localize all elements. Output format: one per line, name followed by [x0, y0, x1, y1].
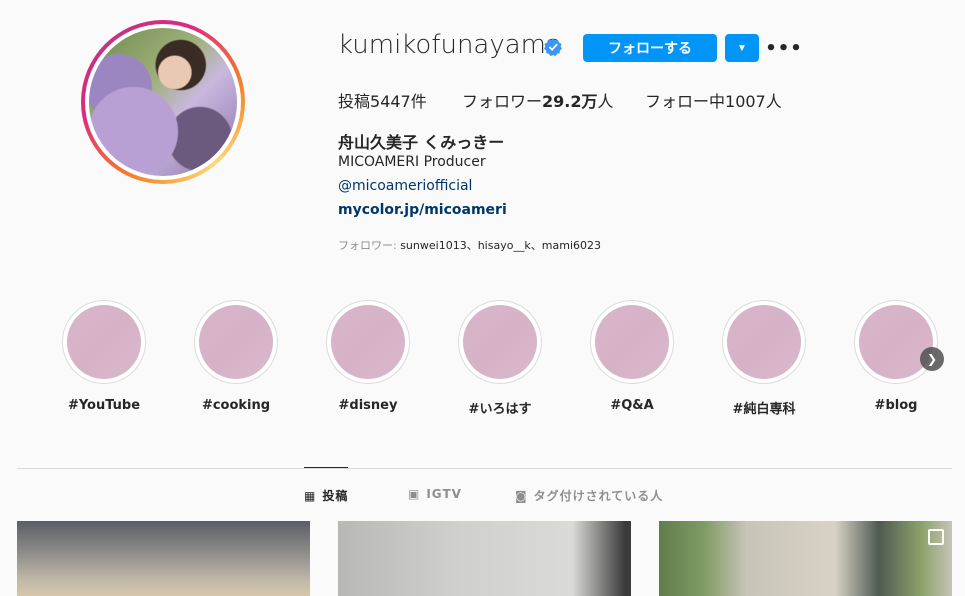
followed-by[interactable]: フォロワー: sunwei1013、hisayo__k、mami6023 — [338, 237, 601, 253]
tab-tagged[interactable]: ◙ タグ付けされている人 — [515, 487, 663, 504]
avatar[interactable] — [89, 28, 237, 176]
highlight-item[interactable]: #いろはす — [457, 300, 543, 417]
tabs-divider — [17, 468, 952, 469]
active-tab-indicator — [304, 467, 348, 468]
avatar-border — [85, 24, 241, 180]
caret-down-icon: ▼ — [737, 42, 747, 54]
posts-stat: 投稿5447件 — [338, 92, 427, 111]
followers-stat[interactable]: フォロワー29.2万人 — [462, 88, 614, 112]
profile-bio: MICOAMERI Producer — [338, 154, 486, 170]
tab-posts[interactable]: ▦ 投稿 — [304, 487, 348, 504]
follow-button[interactable]: フォローする — [583, 34, 717, 62]
highlight-cover — [722, 300, 806, 384]
followers-count: 29.2万 — [542, 92, 598, 111]
multiple-photos-icon — [928, 529, 944, 545]
more-options-icon[interactable]: ••• — [765, 38, 802, 59]
highlight-cover — [194, 300, 278, 384]
following-count: 1007 — [725, 92, 766, 111]
grid-icon: ▦ — [304, 488, 317, 503]
tagged-icon: ◙ — [515, 488, 528, 503]
highlight-label: #disney — [338, 398, 398, 413]
profile-avatar-ring[interactable] — [81, 20, 245, 184]
post-thumbnail[interactable] — [659, 521, 952, 596]
posts-count: 5447 — [370, 92, 411, 111]
bio-mention-link[interactable]: @micoameriofficial — [338, 178, 472, 194]
highlight-label: #cooking — [201, 398, 271, 413]
profile-website-link[interactable]: mycolor.jp/micoameri — [338, 202, 507, 218]
post-thumbnail[interactable] — [17, 521, 310, 596]
highlight-label: #いろはす — [468, 402, 532, 417]
highlight-label: #YouTube — [67, 398, 141, 413]
highlight-cover — [326, 300, 410, 384]
highlight-item[interactable]: #YouTube — [61, 300, 147, 413]
highlight-cover — [590, 300, 674, 384]
highlight-cover — [62, 300, 146, 384]
profile-full-name: 舟山久美子 くみっきー — [338, 133, 505, 152]
followed-by-names: sunwei1013、hisayo__k、mami6023 — [400, 239, 602, 252]
igtv-icon: ▣ — [408, 487, 421, 501]
profile-username: kumikofunayama — [338, 30, 562, 60]
tab-igtv[interactable]: ▣ IGTV — [408, 487, 462, 501]
post-thumbnail[interactable] — [338, 521, 631, 596]
highlight-item[interactable]: #純白専科 — [721, 300, 807, 417]
highlight-cover — [458, 300, 542, 384]
highlight-cover — [854, 300, 938, 384]
highlight-label: #blog — [874, 398, 918, 413]
highlight-item[interactable]: #disney — [325, 300, 411, 413]
suggested-dropdown-button[interactable]: ▼ — [725, 34, 759, 62]
highlights-next-icon[interactable]: ❯ — [920, 347, 944, 371]
verified-badge-icon — [544, 38, 562, 56]
highlight-item[interactable]: #Q&A — [589, 300, 675, 413]
highlight-label: #Q&A — [610, 398, 654, 413]
highlight-label: #純白専科 — [732, 402, 796, 417]
highlight-item[interactable]: #cooking — [193, 300, 279, 413]
following-stat[interactable]: フォロー中1007人 — [645, 88, 782, 112]
